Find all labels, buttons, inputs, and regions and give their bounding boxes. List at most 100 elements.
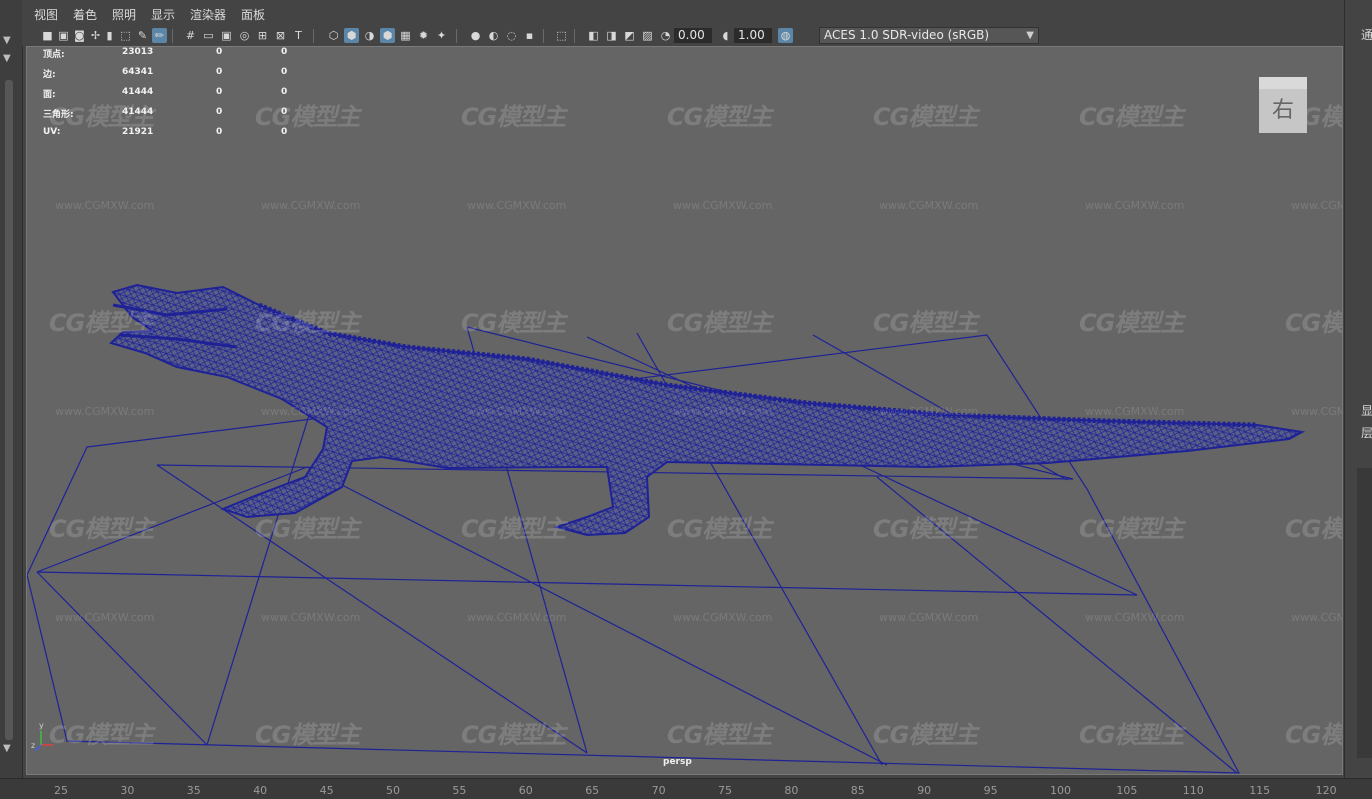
chevron-down-icon: ▼ — [1026, 30, 1034, 41]
right-panel-display-tab[interactable]: 显 — [1361, 402, 1372, 419]
exposure-field[interactable]: 0.00 — [674, 28, 712, 43]
watermark-url: www.CGMXW.com — [673, 199, 773, 212]
ruler-tick-label: 65 — [585, 784, 600, 797]
hud-label: 边: — [43, 70, 56, 80]
collapse-arrow-icon[interactable]: ▼ — [3, 36, 11, 46]
hud-value: 41444 — [122, 107, 154, 117]
grease-pencil-icon[interactable]: ✏ — [152, 28, 167, 43]
menu-renderer[interactable]: 渲染器 — [190, 6, 226, 23]
watermark-url: www.CGMXW.com — [261, 199, 361, 212]
field-chart-icon[interactable]: ⊞ — [255, 28, 270, 43]
right-panel-list[interactable] — [1357, 468, 1372, 758]
view-cube-right-face[interactable]: 右 — [1259, 89, 1307, 133]
view-cube[interactable]: 右 — [1259, 77, 1307, 133]
ruler-tick-label: 30 — [120, 784, 135, 797]
color-management-icon[interactable]: ◍ — [778, 28, 793, 43]
hud-row-faces: 面: 41444 0 0 — [43, 87, 303, 103]
xray-joints-icon[interactable]: ◨ — [604, 28, 619, 43]
wireframe-on-shaded-icon[interactable]: ⬢ — [380, 28, 395, 43]
expand-arrow-icon[interactable]: ▼ — [3, 54, 11, 64]
ruler-tick-label: 45 — [319, 784, 334, 797]
camera-icon[interactable]: ■ — [40, 28, 55, 43]
watermark-logo: CG模型主 — [873, 515, 978, 543]
default-material-icon[interactable]: ◑ — [362, 28, 377, 43]
motion-blur-icon[interactable]: ◐ — [486, 28, 501, 43]
hud-row-uvs: UV: 21921 0 0 — [43, 127, 303, 143]
shadows-icon[interactable]: ✦ — [434, 28, 449, 43]
menu-panels[interactable]: 面板 — [241, 6, 265, 23]
scrollbar-thumb[interactable] — [5, 80, 13, 740]
xray-components-icon[interactable]: ◩ — [622, 28, 637, 43]
watermark-logo: CG模型主 — [667, 515, 772, 543]
hud-value: 0 — [281, 67, 288, 77]
hud-row-vertices: 顶点: 23013 0 0 — [43, 47, 303, 63]
gate-mask-icon[interactable]: ◎ — [237, 28, 252, 43]
hud-value: 0 — [216, 67, 223, 77]
view-cube-top-face[interactable] — [1259, 77, 1307, 89]
ambient-occlusion-icon[interactable]: ● — [468, 28, 483, 43]
axis-z-label: z — [31, 741, 36, 750]
ruler-tick-label: 105 — [1116, 784, 1138, 797]
watermark-logo: CG模型主 — [461, 103, 566, 131]
panel-toolbar: ■ ▣ ◙ ✢ ▮ ⬚ ✎ ✏ # ▭ ▣ ◎ ⊞ ⊠ T ⬡ ⬢ ◑ ⬢ ▦ … — [22, 26, 1344, 46]
watermark-url: www.CGMXW.com — [1085, 199, 1185, 212]
smooth-shade-icon[interactable]: ⬢ — [344, 28, 359, 43]
menu-view[interactable]: 视图 — [34, 6, 58, 23]
watermark-logo: CG模型主 — [873, 103, 978, 131]
right-panel-layer-tab[interactable]: 层 — [1361, 424, 1372, 441]
two-d-pan-icon[interactable]: ✎ — [135, 28, 150, 43]
gamma-field[interactable]: 1.00 — [734, 28, 772, 43]
menu-lighting[interactable]: 照明 — [112, 6, 136, 23]
ruler-tick-label: 50 — [386, 784, 400, 797]
grid-line — [306, 466, 888, 766]
ruler-tick-label: 85 — [850, 784, 865, 797]
poly-count-hud: 顶点: 23013 0 0 边: 64341 0 0 面: 41444 0 0 … — [27, 47, 327, 147]
time-ruler[interactable]: 25 30 35 40 45 50 55 60 65 70 75 80 85 90 95 100 105 110 1… — [0, 778, 1372, 799]
watermark-url: www.CGMXW.com — [55, 405, 155, 418]
left-scroll-strip[interactable]: ▼ ▼ ▼ — [0, 0, 23, 778]
ruler-tick-label: 40 — [253, 784, 268, 797]
right-side-panel: 通 显 层 — [1344, 0, 1372, 778]
watermark-url: www.CGMXW.com — [1291, 199, 1342, 212]
ruler-tick-label: 25 — [54, 784, 68, 797]
resolution-gate-icon[interactable]: ▣ — [219, 28, 234, 43]
hud-value: 0 — [216, 47, 223, 57]
safe-title-icon[interactable]: T — [291, 28, 306, 43]
menu-shading[interactable]: 着色 — [73, 6, 97, 23]
menu-show[interactable]: 显示 — [151, 6, 175, 23]
right-panel-tab[interactable]: 通 — [1361, 26, 1372, 43]
hud-value: 0 — [281, 47, 288, 57]
lights-icon[interactable]: ✹ — [416, 28, 431, 43]
bookmark-icon[interactable]: ▮ — [102, 28, 117, 43]
scroll-down-icon[interactable]: ▼ — [3, 744, 11, 754]
watermark-logo: CG模型主 — [667, 309, 772, 337]
isolate-select-icon[interactable]: ⬚ — [554, 28, 569, 43]
grid-icon[interactable]: # — [183, 28, 198, 43]
color-space-dropdown[interactable]: ACES 1.0 SDR-video (sRGB) ▼ — [819, 27, 1039, 44]
wireframe-icon[interactable]: ⬡ — [326, 28, 341, 43]
backface-culling-icon[interactable]: ▨ — [640, 28, 655, 43]
ruler-tick-label: 100 — [1050, 784, 1071, 797]
gamma-icon[interactable]: ◖ — [718, 28, 733, 43]
camera-gate-icon[interactable]: ✢ — [88, 28, 103, 43]
image-plane-icon[interactable]: ⬚ — [118, 28, 133, 43]
hud-label: 顶点: — [43, 50, 65, 60]
anti-aliasing-icon[interactable]: ◌ — [504, 28, 519, 43]
camera-lock-icon[interactable]: ▣ — [56, 28, 71, 43]
depth-of-field-icon[interactable]: ▪ — [522, 28, 537, 43]
watermark-url: www.CGMXW.com — [467, 611, 567, 624]
hud-value: 21921 — [122, 127, 154, 137]
perspective-viewport[interactable]: CG模型主 www.CGMXW.com CG模型主 www.CGMXW.com CG模型… — [26, 46, 1343, 775]
ruler-tick-label: 70 — [651, 784, 666, 797]
watermark-url: www.CGMXW.com — [1291, 405, 1342, 418]
textured-icon[interactable]: ▦ — [398, 28, 413, 43]
exposure-icon[interactable]: ◔ — [658, 28, 673, 43]
camera-attributes-icon[interactable]: ◙ — [72, 28, 87, 43]
film-gate-icon[interactable]: ▭ — [201, 28, 216, 43]
safe-action-icon[interactable]: ⊠ — [273, 28, 288, 43]
watermark-logo: CG模型主 — [1285, 515, 1343, 543]
viewport-menu-bar: 视图 着色 照明 显示 渲染器 面板 — [22, 0, 1344, 26]
watermark-url: www.CGMXW.com — [1291, 611, 1342, 624]
hud-label: 三角形: — [43, 110, 74, 120]
xray-icon[interactable]: ◧ — [586, 28, 601, 43]
